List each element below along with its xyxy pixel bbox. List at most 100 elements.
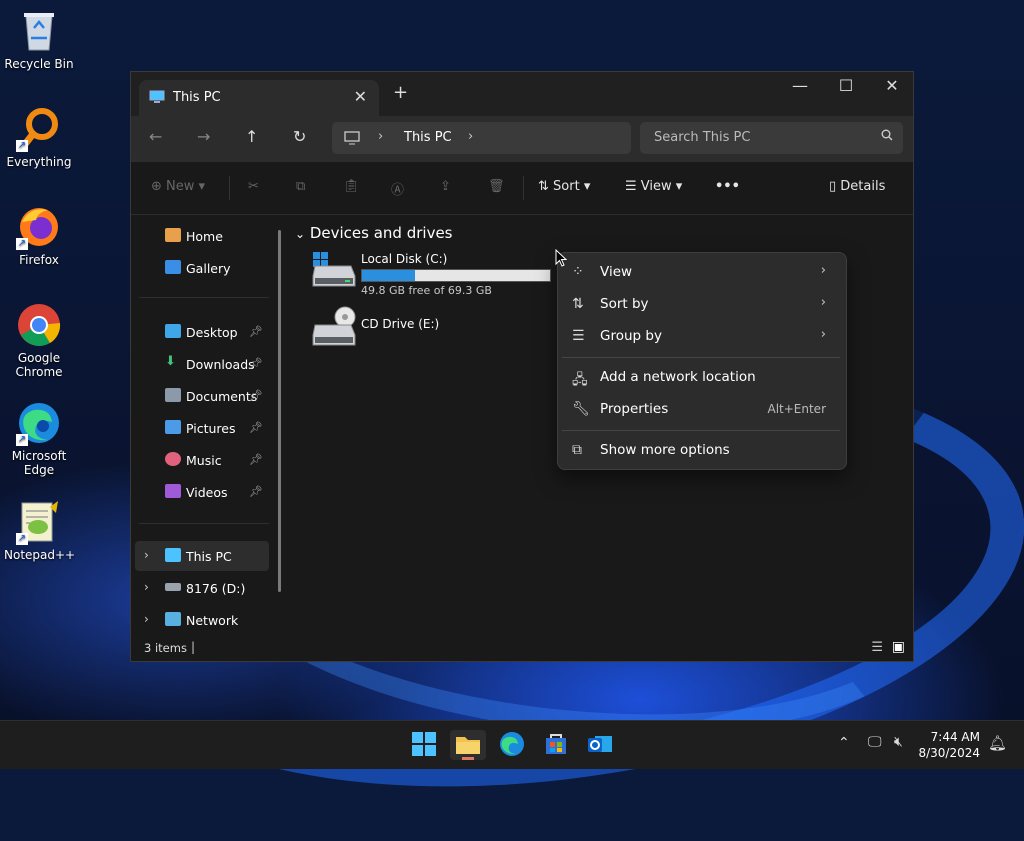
cut-icon[interactable]: ✂ bbox=[248, 179, 259, 194]
chevron-right-icon[interactable]: › bbox=[144, 548, 149, 562]
taskbar-file-explorer[interactable] bbox=[450, 730, 486, 760]
chevron-right-icon[interactable]: › bbox=[144, 612, 149, 626]
menu-item-view[interactable]: ⁘ View › bbox=[562, 258, 840, 288]
chevron-up-icon[interactable]: ⌃ bbox=[838, 735, 850, 751]
sidebar-item-gallery[interactable]: Gallery bbox=[135, 253, 269, 283]
sidebar-item-this-pc[interactable]: › This PC bbox=[135, 541, 269, 571]
sidebar-scrollbar[interactable] bbox=[278, 230, 281, 592]
chrome-icon bbox=[16, 302, 62, 348]
sidebar-item-music[interactable]: Music 📌︎ bbox=[135, 445, 269, 475]
taskbar-outlook[interactable] bbox=[586, 730, 616, 760]
view-icon: ☰ bbox=[625, 179, 637, 194]
pin-icon[interactable]: 📌︎ bbox=[249, 357, 263, 370]
share-icon[interactable]: ⇪ bbox=[440, 179, 451, 194]
network-status-icon[interactable]: 🖵︎ bbox=[868, 734, 882, 750]
windows-drive-icon bbox=[311, 252, 357, 292]
menu-item-show-more-options[interactable]: ⧉ Show more options bbox=[562, 436, 840, 466]
volume-muted-icon[interactable]: 🔇︎ bbox=[894, 734, 903, 750]
taskbar-edge[interactable] bbox=[498, 730, 528, 760]
forward-button[interactable]: → bbox=[197, 127, 210, 146]
chevron-right-icon[interactable]: › bbox=[468, 129, 473, 144]
new-button[interactable]: ⊕ New ▾ bbox=[151, 179, 205, 194]
paste-icon[interactable]: 📋︎ bbox=[343, 179, 360, 194]
copy-icon[interactable]: ⧉ bbox=[296, 179, 305, 194]
drive-cd-e[interactable]: CD Drive (E:) bbox=[311, 306, 561, 365]
rename-icon[interactable]: Ⓐ bbox=[391, 179, 404, 198]
menu-item-label: Properties bbox=[600, 401, 669, 417]
breadcrumb[interactable]: This PC bbox=[404, 130, 452, 145]
sort-button[interactable]: ⇅ Sort ▾ bbox=[538, 179, 590, 194]
sidebar-item-desktop[interactable]: Desktop 📌︎ bbox=[135, 317, 269, 347]
search-input[interactable]: Search This PC bbox=[654, 130, 750, 145]
sidebar-item-label: Documents bbox=[186, 389, 258, 404]
start-button[interactable] bbox=[410, 730, 440, 760]
view-label: View bbox=[640, 179, 672, 194]
pin-icon[interactable]: 📌︎ bbox=[249, 325, 263, 338]
group-header[interactable]: ⌄ Devices and drives bbox=[295, 224, 453, 242]
refresh-button[interactable]: ↻ bbox=[293, 127, 306, 146]
address-bar[interactable]: › This PC › bbox=[332, 122, 631, 154]
sidebar-item-home[interactable]: Home bbox=[135, 221, 269, 251]
outlook-icon bbox=[588, 736, 612, 752]
up-button[interactable]: ↑ bbox=[245, 127, 258, 146]
pin-icon[interactable]: 📌︎ bbox=[249, 421, 263, 434]
details-button[interactable]: ▯ Details bbox=[829, 179, 885, 194]
pin-icon[interactable]: 📌︎ bbox=[249, 389, 263, 402]
menu-item-properties[interactable]: 🔧︎ Properties Alt+Enter bbox=[562, 395, 840, 425]
clock[interactable]: 7:44 AM 8/30/2024 bbox=[918, 729, 980, 761]
delete-icon[interactable]: 🗑︎ bbox=[488, 179, 505, 194]
drive-icon bbox=[165, 583, 181, 591]
group-list-icon: ☰ bbox=[572, 328, 585, 344]
sidebar-item-documents[interactable]: Documents 📌︎ bbox=[135, 381, 269, 411]
new-tab-button[interactable]: + bbox=[393, 82, 408, 103]
sidebar-item-network[interactable]: › Network bbox=[135, 605, 269, 635]
home-icon bbox=[165, 228, 181, 242]
sidebar-item-downloads[interactable]: ⬇ Downloads 📌︎ bbox=[135, 349, 269, 379]
menu-item-label: Group by bbox=[600, 328, 662, 344]
desktop-icon-edge[interactable]: ↗ Microsoft Edge bbox=[4, 400, 74, 477]
pin-icon[interactable]: 📌︎ bbox=[249, 453, 263, 466]
drive-free-space: 49.8 GB free of 69.3 GB bbox=[361, 284, 492, 297]
details-pane-icon: ▯ bbox=[829, 179, 837, 194]
navigation-pane: Home Gallery Desktop 📌︎ ⬇ Downloads 📌︎ D… bbox=[131, 215, 281, 635]
desktop-icon-everything[interactable]: ↗ Everything bbox=[4, 106, 74, 169]
minimize-button[interactable]: — bbox=[777, 76, 823, 95]
status-bar: 3 items | ☰ ▣ bbox=[131, 635, 913, 661]
details-view-icon[interactable]: ☰ bbox=[871, 640, 883, 655]
drive-name: CD Drive (E:) bbox=[361, 317, 440, 331]
desktop-icon-notepadpp[interactable]: ↗ Notepad++ bbox=[4, 499, 75, 562]
clock-date: 8/30/2024 bbox=[918, 746, 980, 760]
sidebar-item-drive-d[interactable]: › 8176 (D:) bbox=[135, 573, 269, 603]
tiles-view-icon[interactable]: ▣ bbox=[892, 639, 905, 655]
maximize-button[interactable]: ☐ bbox=[823, 76, 869, 95]
sidebar-item-pictures[interactable]: Pictures 📌︎ bbox=[135, 413, 269, 443]
taskbar-store[interactable] bbox=[542, 730, 572, 760]
chevron-right-icon[interactable]: › bbox=[378, 129, 383, 144]
sidebar-item-videos[interactable]: Videos 📌︎ bbox=[135, 477, 269, 507]
shortcut-arrow-icon: ↗ bbox=[16, 140, 28, 152]
sort-label: Sort bbox=[553, 179, 580, 194]
pin-icon[interactable]: 📌︎ bbox=[249, 485, 263, 498]
desktop-icon-firefox[interactable]: ↗ Firefox bbox=[4, 204, 74, 267]
notification-bell-icon[interactable]: 🔔︎ bbox=[988, 734, 1007, 752]
desktop-icon-label: Firefox bbox=[19, 253, 59, 267]
drive-local-disk-c[interactable]: Local Disk (C:) 49.8 GB free of 69.3 GB bbox=[311, 252, 561, 302]
desktop-icon-chrome[interactable]: Google Chrome bbox=[4, 302, 74, 379]
menu-item-add-network-location[interactable]: 🖧︎ Add a network location bbox=[562, 363, 840, 393]
desktop-icon-recycle-bin[interactable]: Recycle Bin bbox=[4, 8, 74, 71]
menu-item-sort-by[interactable]: ⇅ Sort by › bbox=[562, 290, 840, 320]
tab-this-pc[interactable]: This PC ✕ bbox=[139, 80, 379, 116]
close-window-button[interactable]: ✕ bbox=[869, 76, 915, 95]
title-bar: This PC ✕ + — ☐ ✕ bbox=[131, 72, 913, 116]
menu-item-group-by[interactable]: ☰ Group by › bbox=[562, 322, 840, 352]
view-grid-icon: ⁘ bbox=[572, 264, 584, 280]
back-button[interactable]: ← bbox=[149, 127, 162, 146]
chevron-down-icon[interactable]: ⌄ bbox=[295, 227, 305, 241]
tab-close-button[interactable]: ✕ bbox=[354, 87, 367, 106]
chevron-right-icon[interactable]: › bbox=[144, 580, 149, 594]
view-button[interactable]: ☰ View ▾ bbox=[625, 179, 682, 194]
search-box[interactable]: Search This PC bbox=[640, 122, 903, 154]
desktop-icon-label: Everything bbox=[6, 155, 72, 169]
more-options-button[interactable]: ••• bbox=[715, 179, 740, 194]
sidebar-item-label: This PC bbox=[186, 549, 232, 564]
